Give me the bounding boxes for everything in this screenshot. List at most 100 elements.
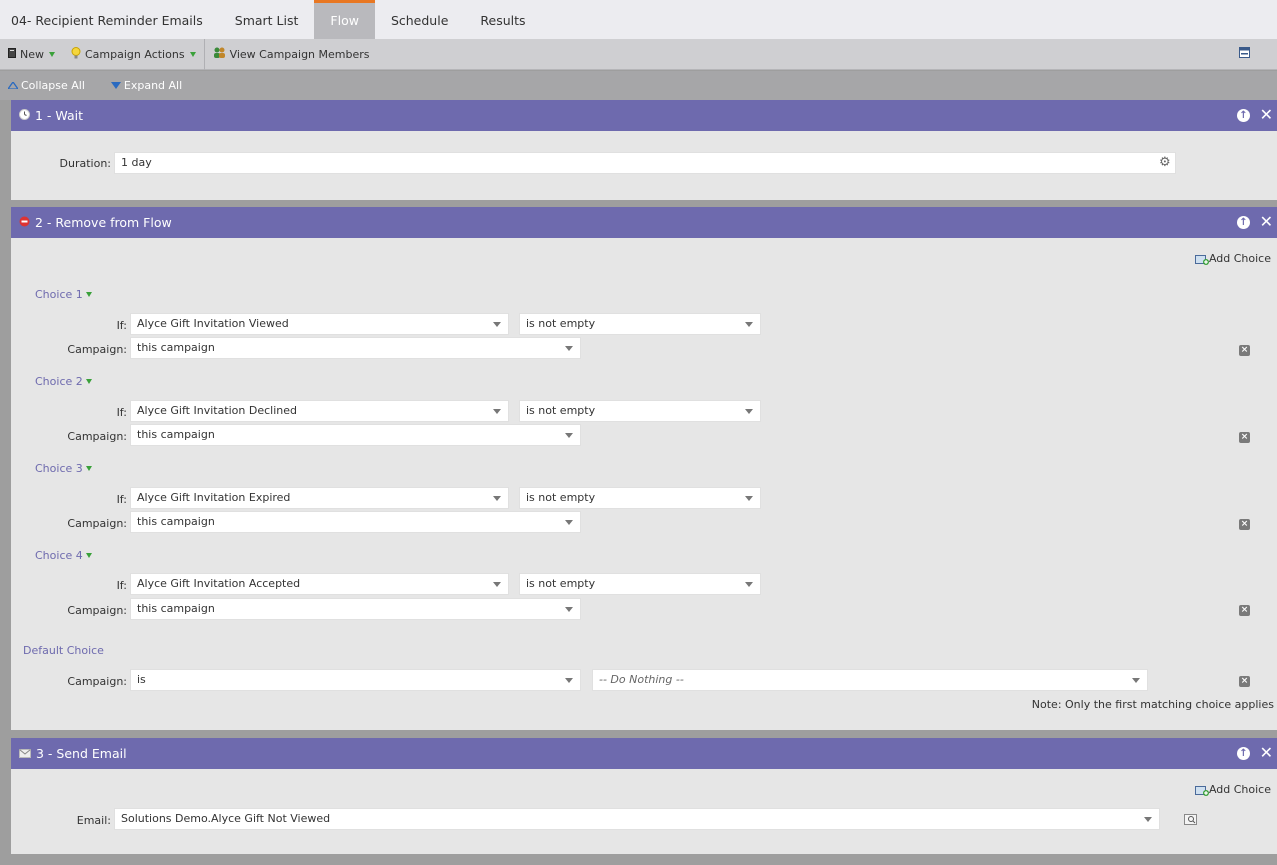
if-label: If: <box>116 579 127 592</box>
dropdown-arrow-icon <box>565 433 573 438</box>
expand-icon <box>110 82 121 89</box>
add-choice-icon <box>1194 785 1209 796</box>
campaign-select[interactable]: this campaign <box>130 511 581 533</box>
new-document-icon <box>8 47 16 61</box>
campaign-select[interactable]: this campaign <box>130 337 581 359</box>
dropdown-arrow-icon <box>493 409 501 414</box>
default-choice-label: Default Choice <box>23 644 104 657</box>
preview-icon[interactable] <box>1184 814 1197 828</box>
tab-results[interactable]: Results <box>464 0 541 39</box>
expand-all-link[interactable]: Expand All <box>110 79 183 92</box>
close-icon[interactable]: ✕ <box>1260 743 1273 762</box>
delete-choice-icon[interactable]: × <box>1239 519 1250 530</box>
clock-icon <box>19 108 30 123</box>
delete-choice-icon[interactable]: × <box>1239 345 1250 356</box>
default-action-select[interactable]: -- Do Nothing -- <box>592 669 1148 691</box>
dropdown-arrow-icon <box>565 346 573 351</box>
if-label: If: <box>116 406 127 419</box>
gear-icon[interactable]: ⚙ <box>1159 155 1171 170</box>
collapse-all-label: Collapse All <box>21 79 85 92</box>
campaign-value: this campaign <box>137 515 215 528</box>
dropdown-arrow-icon <box>493 322 501 327</box>
if-value: Alyce Gift Invitation Accepted <box>137 577 301 590</box>
if-select[interactable]: Alyce Gift Invitation Viewed <box>130 313 509 335</box>
campaign-label: Campaign: <box>67 675 127 688</box>
if-value: Alyce Gift Invitation Expired <box>137 491 291 504</box>
campaign-select[interactable]: this campaign <box>130 424 581 446</box>
choice-2-label[interactable]: Choice 2 <box>35 375 92 388</box>
toggle-panel-button[interactable] <box>1231 39 1277 70</box>
step-header: 3 - Send Email ↑ ✕ <box>11 738 1277 769</box>
close-icon[interactable]: ✕ <box>1260 105 1273 124</box>
campaign-value: this campaign <box>137 602 215 615</box>
duration-field[interactable]: 1 day <box>114 152 1176 174</box>
chevron-down-icon <box>85 466 92 471</box>
step-remove-from-flow: 2 - Remove from Flow ↑ ✕ Add Choice Choi… <box>11 207 1277 730</box>
step-header: 2 - Remove from Flow ↑ ✕ <box>11 207 1277 238</box>
toolbar: New Campaign Actions View Campaign Membe… <box>0 38 1277 70</box>
campaign-actions-label: Campaign Actions <box>85 47 185 61</box>
tab-campaign-name[interactable]: 04- Recipient Reminder Emails <box>0 0 219 39</box>
tab-smart-list[interactable]: Smart List <box>219 0 315 39</box>
email-select[interactable]: Solutions Demo.Alyce Gift Not Viewed <box>114 808 1160 830</box>
step-header: 1 - Wait ↑ ✕ <box>11 100 1277 131</box>
campaign-label: Campaign: <box>67 343 127 356</box>
dropdown-arrow-icon <box>745 496 753 501</box>
campaign-label: Campaign: <box>67 604 127 617</box>
step-send-email: 3 - Send Email ↑ ✕ Add Choice Email: Sol… <box>11 738 1277 854</box>
if-value: Alyce Gift Invitation Viewed <box>137 317 289 330</box>
campaign-select[interactable]: this campaign <box>130 598 581 620</box>
dropdown-arrow-icon <box>493 582 501 587</box>
view-campaign-members-button[interactable]: View Campaign Members <box>205 39 378 70</box>
add-choice-button[interactable]: Add Choice <box>1194 252 1271 265</box>
duration-label: Duration: <box>59 157 111 170</box>
add-choice-icon <box>1194 254 1209 265</box>
choice-3-label[interactable]: Choice 3 <box>35 462 92 475</box>
delete-choice-icon[interactable]: × <box>1239 432 1250 443</box>
expand-all-label: Expand All <box>123 79 183 92</box>
if-select[interactable]: Alyce Gift Invitation Expired <box>130 487 509 509</box>
collapse-expand-bar: Collapse All Expand All <box>0 71 1277 100</box>
choice-1-label[interactable]: Choice 1 <box>35 288 92 301</box>
tab-bar: 04- Recipient Reminder Emails Smart List… <box>0 0 1277 39</box>
remove-icon <box>19 215 30 230</box>
chevron-down-icon <box>85 379 92 384</box>
first-match-note: Note: Only the first matching choice app… <box>1031 698 1274 711</box>
move-up-icon[interactable]: ↑ <box>1237 747 1250 760</box>
tab-schedule[interactable]: Schedule <box>375 0 464 39</box>
add-choice-label: Add Choice <box>1208 783 1271 796</box>
operator-select[interactable]: is not empty <box>519 573 761 595</box>
tab-flow[interactable]: Flow <box>314 0 375 39</box>
members-icon <box>213 47 226 61</box>
close-icon[interactable]: ✕ <box>1260 212 1273 231</box>
new-menu-button[interactable]: New <box>0 39 63 70</box>
if-value: Alyce Gift Invitation Declined <box>137 404 297 417</box>
choice-label-text: Choice 4 <box>35 549 83 562</box>
dropdown-arrow-icon <box>1144 817 1152 822</box>
choice-4-label[interactable]: Choice 4 <box>35 549 92 562</box>
campaign-value: this campaign <box>137 341 215 354</box>
dropdown-arrow-icon <box>745 322 753 327</box>
move-up-icon[interactable]: ↑ <box>1237 216 1250 229</box>
operator-select[interactable]: is not empty <box>519 400 761 422</box>
operator-select[interactable]: is not empty <box>519 313 761 335</box>
if-select[interactable]: Alyce Gift Invitation Declined <box>130 400 509 422</box>
if-select[interactable]: Alyce Gift Invitation Accepted <box>130 573 509 595</box>
campaign-label: Campaign: <box>67 517 127 530</box>
move-up-icon[interactable]: ↑ <box>1237 109 1250 122</box>
chevron-down-icon <box>49 51 55 57</box>
view-campaign-members-label: View Campaign Members <box>229 47 370 61</box>
operator-select[interactable]: is not empty <box>519 487 761 509</box>
chevron-down-icon <box>189 51 196 57</box>
add-choice-button[interactable]: Add Choice <box>1194 783 1271 796</box>
default-choice-text: Default Choice <box>23 644 104 657</box>
email-value: Solutions Demo.Alyce Gift Not Viewed <box>121 812 331 825</box>
campaign-actions-button[interactable]: Campaign Actions <box>63 39 204 70</box>
delete-choice-icon[interactable]: × <box>1239 676 1250 687</box>
delete-choice-icon[interactable]: × <box>1239 605 1250 616</box>
dropdown-arrow-icon <box>745 409 753 414</box>
default-campaign-select[interactable]: is <box>130 669 581 691</box>
operator-value: is not empty <box>526 404 596 417</box>
step-title: 1 - Wait <box>35 108 84 123</box>
collapse-all-link[interactable]: Collapse All <box>8 79 85 92</box>
